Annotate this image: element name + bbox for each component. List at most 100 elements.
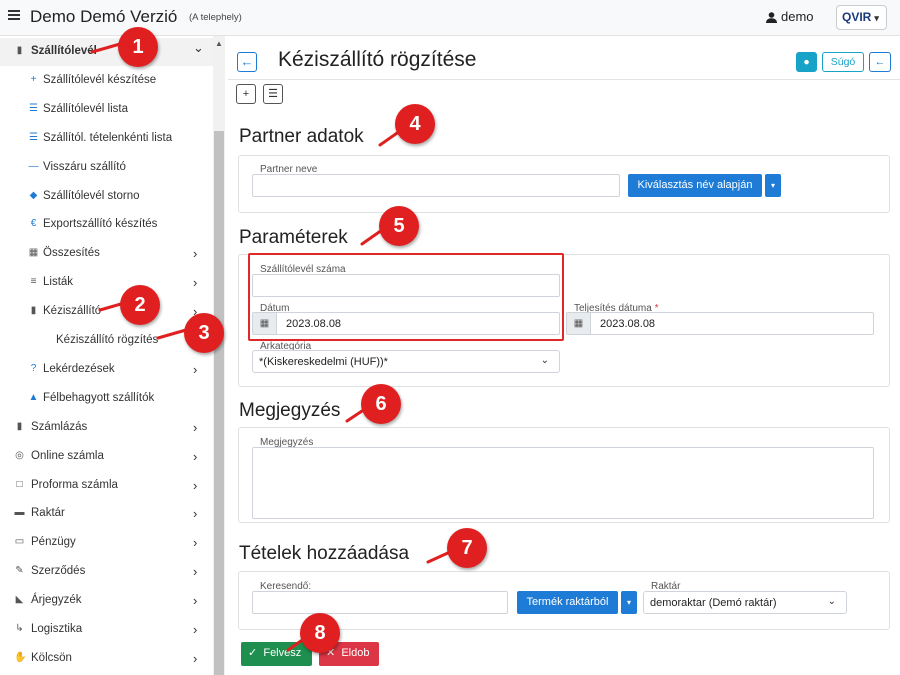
sidebar-item-label: Számlázás: [31, 420, 88, 433]
sidebar-item[interactable]: ☰ Szállítól. tételenkénti lista: [0, 125, 213, 153]
product-from-warehouse-button[interactable]: Termék raktárból: [517, 591, 618, 614]
sidebar-item-label: Online számla: [31, 449, 104, 462]
partner-heading: Partner adatok: [239, 126, 364, 147]
sidebar-item-label: Pénzügy: [31, 536, 76, 549]
sidebar-item[interactable]: ▮ Szállítólevél ⌄: [0, 38, 213, 66]
list-icon: ☰: [29, 131, 38, 143]
sidebar-item[interactable]: — Visszáru szállító: [0, 154, 213, 182]
chevron-right-icon: ›: [193, 535, 198, 551]
app-logo[interactable]: QVIR ▾: [836, 5, 887, 30]
note-heading: Megjegyzés: [239, 400, 341, 421]
chevron-down-icon: ⌄: [827, 596, 836, 607]
sidebar-item[interactable]: + Szállítólevél készítése: [0, 67, 213, 95]
sidebar-item[interactable]: ▦ Összesítés ›: [0, 240, 213, 268]
sidebar: ▮ Szállítólevél ⌄ + Szállítólevél készítése ☰…: [0, 36, 225, 675]
select-dropdown-toggle[interactable]: ▾: [765, 174, 781, 197]
sidebar-item-label: Kéziszállító: [43, 305, 102, 318]
sidebar-item[interactable]: ✎ Szerződés ›: [0, 558, 213, 586]
sidebar-item[interactable]: ▬ Raktár ›: [0, 500, 213, 528]
items-heading: Tételek hozzáadása: [239, 543, 410, 564]
square-icon: □: [16, 478, 23, 490]
back-arrow-button[interactable]: ←: [869, 52, 891, 72]
sidebar-item[interactable]: ☰ Szállítólevél lista: [0, 96, 213, 124]
chevron-right-icon: ›: [193, 246, 198, 262]
list-button[interactable]: ☰: [263, 84, 283, 104]
callout-badge-8: 8: [300, 613, 340, 653]
sidebar-item-label: Raktár: [31, 507, 65, 520]
sidebar-item[interactable]: Kéziszállító rögzítés: [0, 327, 213, 355]
sidebar-item[interactable]: ↳ Logisztika ›: [0, 616, 213, 644]
hand-icon: ✋: [14, 651, 27, 663]
chevron-right-icon: ›: [193, 275, 198, 291]
user-icon: [766, 12, 777, 23]
search-input[interactable]: [252, 591, 508, 614]
sidebar-item[interactable]: ▭ Pénzügy ›: [0, 529, 213, 557]
warehouse-select[interactable]: demoraktar (Demó raktár) ⌄: [643, 591, 847, 614]
chevron-right-icon: ›: [193, 506, 198, 522]
fulfil-date-input[interactable]: ▦ 2023.08.08: [566, 312, 874, 335]
callout-badge-7: 7: [447, 528, 487, 568]
sidebar-item[interactable]: € Exportszállító készítés: [0, 211, 213, 239]
sidebar-item[interactable]: ▮ Számlázás ›: [0, 414, 213, 442]
params-heading: Paraméterek: [239, 227, 348, 248]
product-dropdown-toggle[interactable]: ▾: [621, 591, 637, 614]
warehouse-value: demoraktar (Demó raktár): [650, 597, 777, 609]
sidebar-item-label: Kéziszállító rögzítés: [56, 334, 159, 346]
chevron-down-icon: ⌄: [540, 355, 549, 366]
sidebar-item[interactable]: ◆ Szállítólevél storno: [0, 183, 213, 211]
sidebar-item-label: Szállítólevél lista: [43, 102, 129, 115]
file-icon: ▮: [30, 305, 37, 317]
sidebar-item-label: Exportszállító készítés: [43, 218, 158, 231]
chevron-right-icon: ›: [193, 419, 198, 435]
question-icon: ?: [30, 362, 37, 374]
sidebar-item-label: Listák: [43, 276, 74, 289]
callout-badge-5: 5: [379, 206, 419, 246]
help-button[interactable]: Súgó: [822, 52, 864, 72]
site-name: (A telephely): [189, 12, 242, 23]
save-button[interactable]: ✓ Felvesz: [241, 642, 312, 666]
chat-icon: ●: [803, 56, 810, 68]
logo-text: QVIR: [842, 10, 872, 24]
save-label: Felvesz: [263, 647, 302, 659]
unlock-icon: ▲: [28, 391, 39, 403]
globe-icon: ◎: [15, 449, 24, 461]
sidebar-item[interactable]: ? Lekérdezések ›: [0, 356, 213, 384]
signature-icon: ✎: [15, 565, 24, 577]
price-category-select[interactable]: *(Kiskereskedelmi (HUF))* ⌄: [252, 350, 560, 373]
sidebar-item[interactable]: □ Proforma számla ›: [0, 472, 213, 500]
user-menu[interactable]: demo: [766, 9, 814, 24]
main-content: ← Kéziszállító rögzítése ● Súgó ← + ☰ Pa…: [228, 36, 900, 675]
chevron-right-icon: ›: [193, 593, 198, 609]
sidebar-item[interactable]: ◎ Online számla ›: [0, 443, 213, 471]
sidebar-item[interactable]: ✋ Kölcsön ›: [0, 645, 213, 673]
sidebar-item-label: Szállítólevél storno: [43, 189, 140, 202]
partner-name-input[interactable]: [252, 174, 620, 197]
lines-icon: ≡: [30, 276, 37, 288]
sidebar-item[interactable]: ≡ Listák ›: [0, 269, 213, 297]
sidebar-item[interactable]: ▮ Kéziszállító ›: [0, 298, 213, 326]
chevron-right-icon: ›: [193, 477, 198, 493]
money-icon: ▭: [14, 536, 25, 548]
sidebar-item[interactable]: ▲ Félbehagyott szállítók: [0, 385, 213, 413]
price-category-value: *(Kiskereskedelmi (HUF))*: [259, 356, 388, 368]
add-button[interactable]: +: [236, 84, 256, 104]
warehouse-icon: ▬: [14, 507, 25, 519]
scrollbar-thumb[interactable]: [214, 131, 224, 675]
chevron-right-icon: ›: [193, 650, 198, 666]
plus-icon: +: [30, 73, 37, 85]
select-by-name-button[interactable]: Kiválasztás név alapján: [628, 174, 762, 197]
chat-button[interactable]: ●: [796, 52, 817, 72]
dolly-icon: ↳: [15, 623, 24, 634]
scroll-up-icon[interactable]: ▲: [215, 39, 223, 48]
calculator-icon: ▦: [28, 247, 39, 259]
sidebar-item-label: Kölcsön: [31, 651, 72, 664]
calendar-icon[interactable]: ▦: [567, 313, 591, 334]
menu-icon[interactable]: [8, 10, 20, 20]
back-button[interactable]: ←: [237, 52, 257, 72]
note-textarea[interactable]: [252, 447, 874, 519]
chevron-right-icon: ›: [193, 448, 198, 464]
eraser-icon: ◆: [29, 189, 38, 201]
sidebar-item[interactable]: ◣ Árjegyzék ›: [0, 587, 213, 615]
chevron-down-icon: ⌄: [193, 40, 204, 55]
list-icon: ☰: [29, 102, 38, 114]
